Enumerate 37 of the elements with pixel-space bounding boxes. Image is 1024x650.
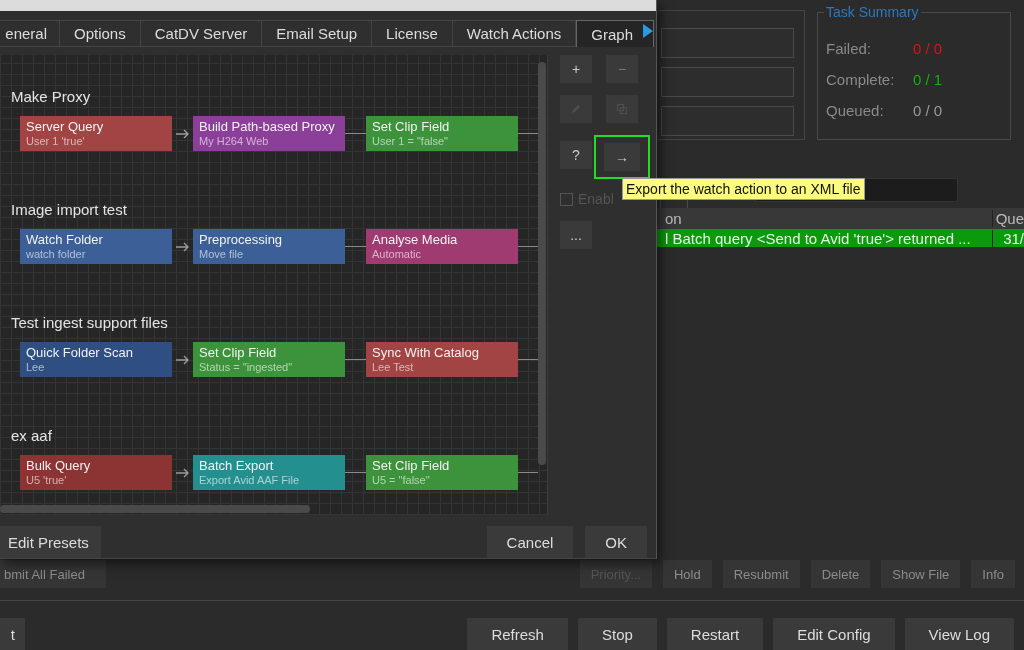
summary-value: 0 / 0 xyxy=(913,101,943,121)
node-title: Quick Folder Scan xyxy=(26,345,134,361)
tooltip: Export the watch action to an XML file xyxy=(622,178,865,200)
summary-label: Queued: xyxy=(826,101,885,121)
node-title: Build Path-based Proxy xyxy=(199,119,336,135)
node-title: Bulk Query xyxy=(26,458,92,474)
summary-label: Failed: xyxy=(826,39,873,59)
node-title: Set Clip Field xyxy=(372,119,451,135)
node-detail: Move file xyxy=(199,248,245,261)
node-detail: My H264 Web xyxy=(199,135,270,148)
node-detail: U5 = "false" xyxy=(372,474,431,487)
node-title: Batch Export xyxy=(199,458,275,474)
workflow-title: Make Proxy xyxy=(11,87,92,107)
summary-value: 0 / 0 xyxy=(913,39,943,59)
node-title: Watch Folder xyxy=(26,232,104,248)
table-cell-text: 31/ xyxy=(1002,229,1024,247)
workflow-title: Test ingest support files xyxy=(11,313,169,333)
node-detail: User 1 = "false" xyxy=(372,135,449,148)
node-title: Set Clip Field xyxy=(199,345,278,361)
node-title: Server Query xyxy=(26,119,105,135)
node-detail: Automatic xyxy=(372,248,422,261)
node-detail: Lee xyxy=(26,361,46,374)
summary-value: 0 / 1 xyxy=(913,70,943,90)
node-detail: User 1 'true' xyxy=(26,135,86,148)
node-title: Preprocessing xyxy=(199,232,284,248)
panel-title: Task Summary xyxy=(824,4,921,20)
workflow-title: ex aaf xyxy=(11,426,53,446)
node-detail: Status = "ingested" xyxy=(199,361,294,374)
node-detail: U5 'true' xyxy=(26,474,68,487)
node-title: Analyse Media xyxy=(372,232,459,248)
workflow-title: Image import test xyxy=(11,200,128,220)
node-title: Sync With Catalog xyxy=(372,345,480,361)
node-detail: Lee Test xyxy=(372,361,415,374)
node-detail: Export Avid AAF File xyxy=(199,474,301,487)
node-title: Set Clip Field xyxy=(372,458,451,474)
summary-label: Complete: xyxy=(826,70,896,90)
node-detail: watch folder xyxy=(26,248,87,261)
